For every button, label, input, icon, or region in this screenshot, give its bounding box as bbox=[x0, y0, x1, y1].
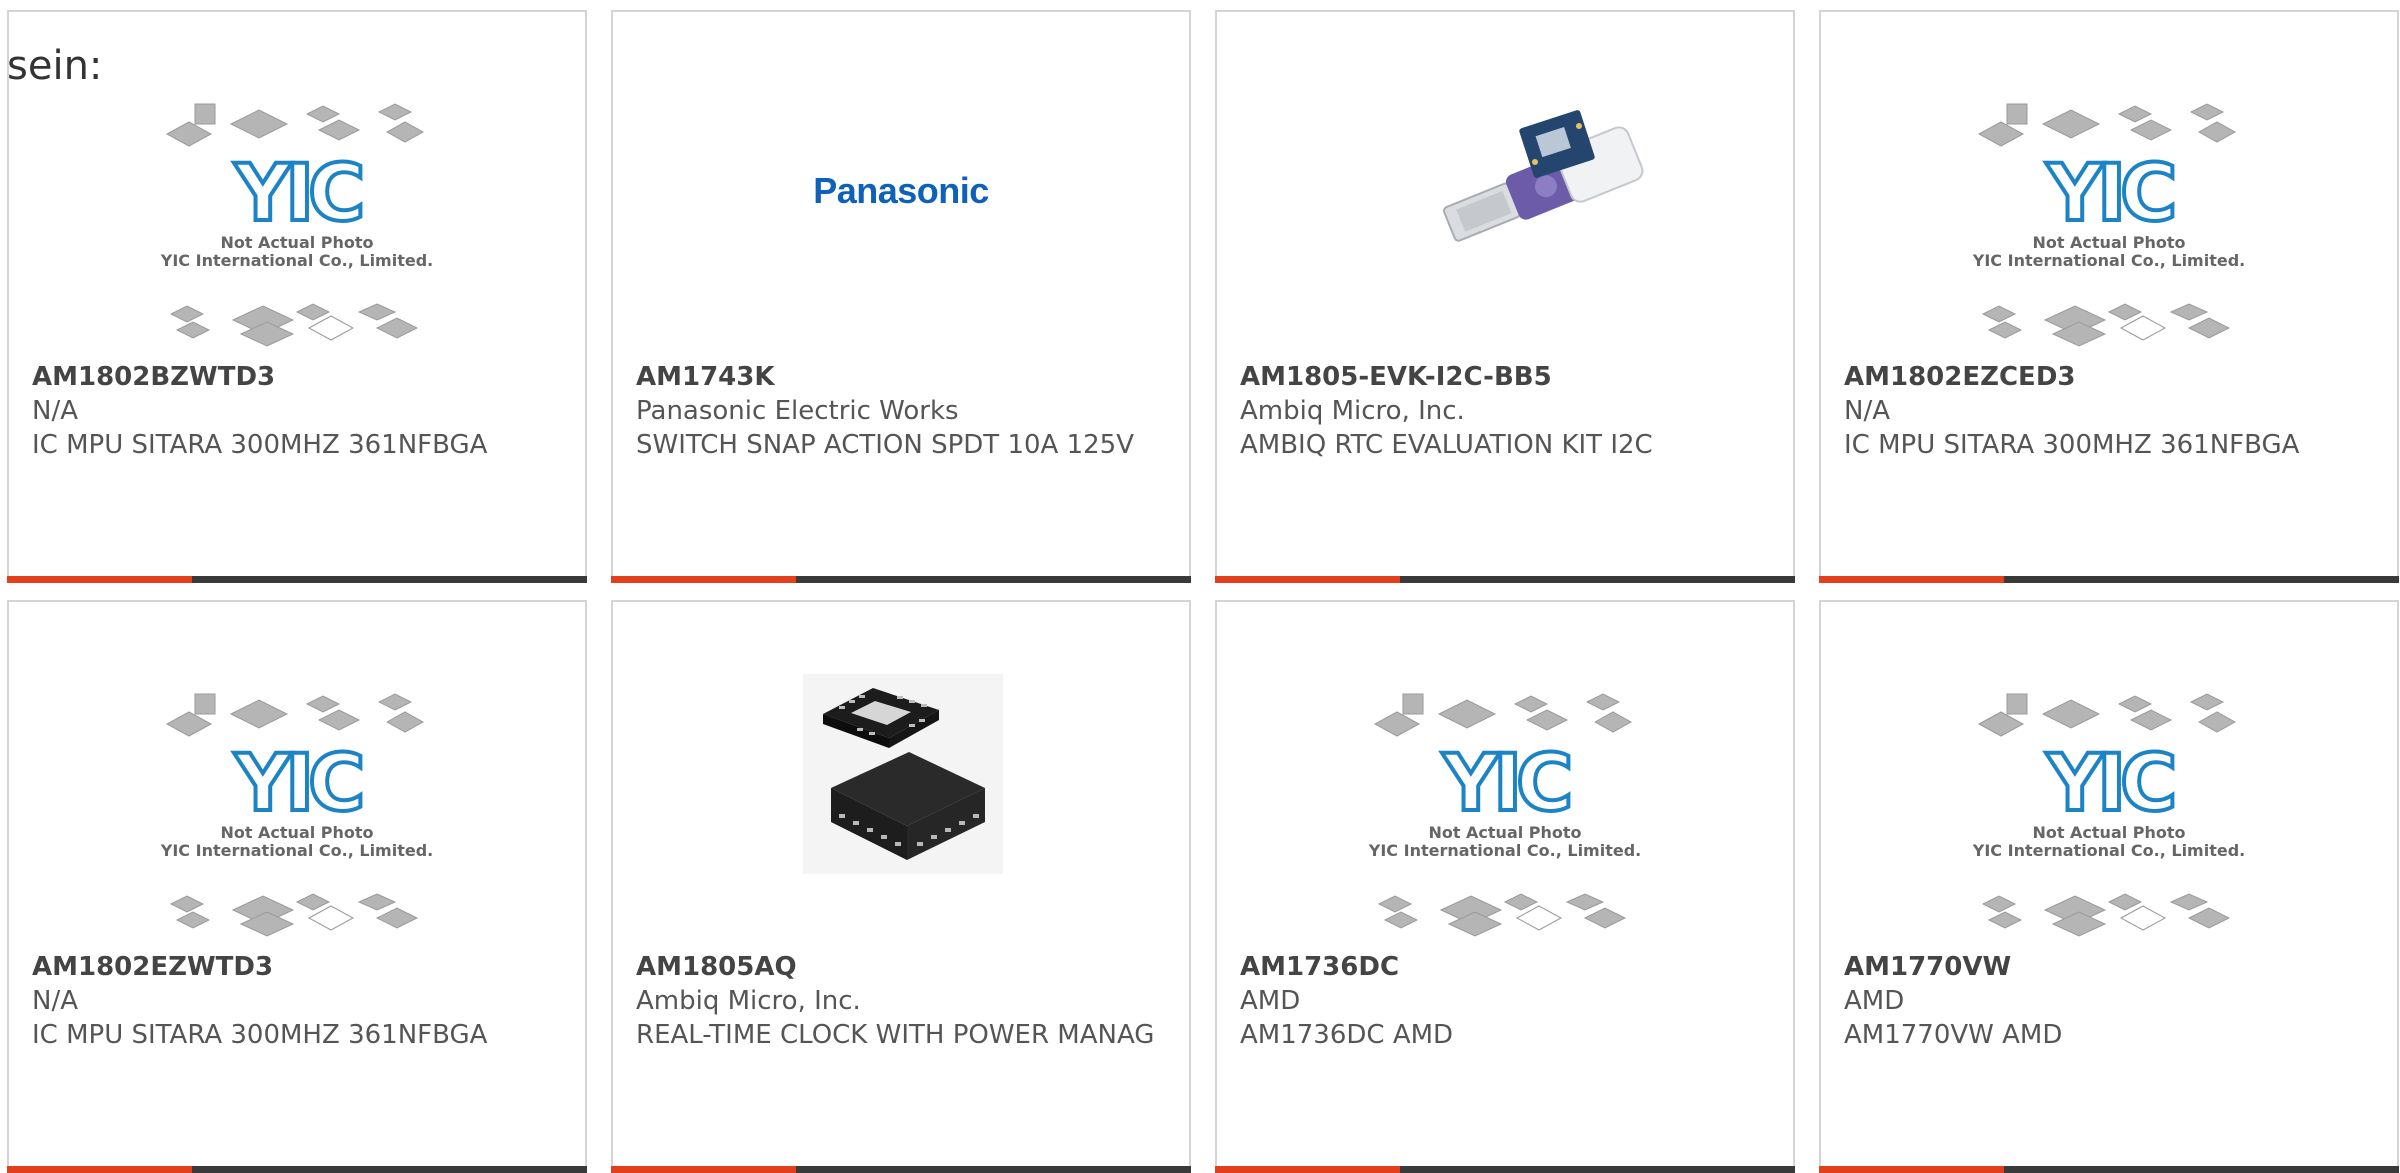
yic-logo: YIC bbox=[234, 149, 362, 239]
card-bar-accent bbox=[7, 576, 192, 583]
card-bar bbox=[611, 576, 1191, 583]
placeholder-caption-1: Not Actual Photo bbox=[2032, 233, 2185, 252]
manufacturer: Ambiq Micro, Inc. bbox=[636, 986, 861, 1016]
description: REAL-TIME CLOCK WITH POWER MANAG bbox=[636, 1020, 1155, 1050]
product-card[interactable]: YIC Not Actual Photo YIC International C… bbox=[7, 10, 587, 583]
card-bar bbox=[611, 1166, 1191, 1173]
manufacturer: Ambiq Micro, Inc. bbox=[1240, 396, 1465, 426]
product-image-panasonic-logo[interactable]: Panasonic bbox=[613, 12, 1189, 352]
description: AM1736DC AMD bbox=[1240, 1020, 1454, 1050]
qfn-chip-icon bbox=[803, 674, 1003, 874]
product-info: AM1802EZWTD3 N/A IC MPU SITARA 300MHZ 36… bbox=[32, 950, 565, 1052]
product-card[interactable]: YIC Not Actual Photo YIC International C… bbox=[1819, 600, 2399, 1173]
card-bar-accent bbox=[1215, 1166, 1400, 1173]
part-number-link[interactable]: AM1805-EVK-I2C-BB5 bbox=[1240, 360, 1773, 394]
placeholder-image-icon: YIC Not Actual Photo YIC International C… bbox=[160, 693, 433, 937]
manufacturer: N/A bbox=[1844, 396, 1890, 426]
description: IC MPU SITARA 300MHZ 361NFBGA bbox=[32, 1020, 488, 1050]
product-card[interactable]: AM1805AQ Ambiq Micro, Inc. REAL-TIME CLO… bbox=[611, 600, 1191, 1173]
placeholder-image-icon: YIC Not Actual Photo YIC International C… bbox=[1368, 693, 1641, 937]
part-number-link[interactable]: AM1805AQ bbox=[636, 950, 1169, 984]
part-number-link[interactable]: AM1770VW bbox=[1844, 950, 2377, 984]
placeholder-caption-1: Not Actual Photo bbox=[2032, 823, 2185, 842]
product-image-usb-eval-kit[interactable] bbox=[1217, 12, 1793, 352]
product-image-placeholder[interactable]: YIC Not Actual Photo YIC International C… bbox=[9, 602, 585, 942]
placeholder-caption-1: Not Actual Photo bbox=[220, 823, 373, 842]
product-image-placeholder[interactable]: YIC Not Actual Photo YIC International C… bbox=[1217, 602, 1793, 942]
description: IC MPU SITARA 300MHZ 361NFBGA bbox=[1844, 430, 2300, 460]
product-card[interactable]: YIC Not Actual Photo YIC International C… bbox=[7, 600, 587, 1173]
part-number-link[interactable]: AM1743K bbox=[636, 360, 1169, 394]
placeholder-caption-2: YIC International Co., Limited. bbox=[1972, 251, 2245, 270]
part-number-link[interactable]: AM1736DC bbox=[1240, 950, 1773, 984]
card-bar bbox=[1215, 576, 1795, 583]
product-card[interactable]: AM1805-EVK-I2C-BB5 Ambiq Micro, Inc. AMB… bbox=[1215, 10, 1795, 583]
card-bar-accent bbox=[1819, 576, 2004, 583]
manufacturer: N/A bbox=[32, 396, 78, 426]
product-info: AM1770VW AMD AM1770VW AMD bbox=[1844, 950, 2377, 1052]
product-info: AM1736DC AMD AM1736DC AMD bbox=[1240, 950, 1773, 1052]
placeholder-caption-1: Not Actual Photo bbox=[220, 233, 373, 252]
description: SWITCH SNAP ACTION SPDT 10A 125V bbox=[636, 430, 1134, 460]
product-image-placeholder[interactable]: YIC Not Actual Photo YIC International C… bbox=[1821, 602, 2397, 942]
card-bar-accent bbox=[611, 576, 796, 583]
manufacturer: Panasonic Electric Works bbox=[636, 396, 959, 426]
card-bar-accent bbox=[7, 1166, 192, 1173]
product-info: AM1743K Panasonic Electric Works SWITCH … bbox=[636, 360, 1169, 462]
product-info: AM1805-EVK-I2C-BB5 Ambiq Micro, Inc. AMB… bbox=[1240, 360, 1773, 462]
yic-logo: YIC bbox=[234, 739, 362, 829]
description: AMBIQ RTC EVALUATION KIT I2C bbox=[1240, 430, 1653, 460]
card-bar bbox=[1215, 1166, 1795, 1173]
card-bar-accent bbox=[611, 1166, 796, 1173]
placeholder-caption-2: YIC International Co., Limited. bbox=[1972, 841, 2245, 860]
product-info: AM1802EZCED3 N/A IC MPU SITARA 300MHZ 36… bbox=[1844, 360, 2377, 462]
product-grid: YIC Not Actual Photo YIC International C… bbox=[0, 0, 2400, 1173]
placeholder-image-icon: YIC Not Actual Photo YIC International C… bbox=[1972, 693, 2245, 937]
part-number-link[interactable]: AM1802EZWTD3 bbox=[32, 950, 565, 984]
card-bar-accent bbox=[1215, 576, 1400, 583]
intro-text: sein: bbox=[7, 43, 103, 89]
card-bar bbox=[7, 576, 587, 583]
card-bar bbox=[1819, 576, 2399, 583]
manufacturer: AMD bbox=[1844, 986, 1905, 1016]
placeholder-caption-1: Not Actual Photo bbox=[1428, 823, 1581, 842]
panasonic-logo: Panasonic bbox=[813, 170, 989, 211]
product-card[interactable]: YIC Not Actual Photo YIC International C… bbox=[1819, 10, 2399, 583]
placeholder-caption-2: YIC International Co., Limited. bbox=[1368, 841, 1641, 860]
yic-logo: YIC bbox=[1442, 739, 1570, 829]
part-number-link[interactable]: AM1802BZWTD3 bbox=[32, 360, 565, 394]
card-bar-accent bbox=[1819, 1166, 2004, 1173]
product-info: AM1805AQ Ambiq Micro, Inc. REAL-TIME CLO… bbox=[636, 950, 1169, 1052]
product-image-placeholder[interactable]: YIC Not Actual Photo YIC International C… bbox=[1821, 12, 2397, 352]
manufacturer: N/A bbox=[32, 986, 78, 1016]
yic-logo: YIC bbox=[2046, 149, 2174, 239]
card-bar bbox=[7, 1166, 587, 1173]
placeholder-image-icon: YIC Not Actual Photo YIC International C… bbox=[1972, 103, 2245, 347]
product-info: AM1802BZWTD3 N/A IC MPU SITARA 300MHZ 36… bbox=[32, 360, 565, 462]
placeholder-caption-2: YIC International Co., Limited. bbox=[160, 251, 433, 270]
product-card[interactable]: YIC Not Actual Photo YIC International C… bbox=[1215, 600, 1795, 1173]
description: AM1770VW AMD bbox=[1844, 1020, 2063, 1050]
placeholder-caption-2: YIC International Co., Limited. bbox=[160, 841, 433, 860]
yic-logo: YIC bbox=[2046, 739, 2174, 829]
product-card[interactable]: Panasonic AM1743K Panasonic Electric Wor… bbox=[611, 10, 1191, 583]
product-image-qfn-chip[interactable] bbox=[613, 602, 1189, 942]
usb-eval-kit-icon bbox=[1442, 110, 1644, 242]
card-bar bbox=[1819, 1166, 2399, 1173]
description: IC MPU SITARA 300MHZ 361NFBGA bbox=[32, 430, 488, 460]
manufacturer: AMD bbox=[1240, 986, 1301, 1016]
part-number-link[interactable]: AM1802EZCED3 bbox=[1844, 360, 2377, 394]
